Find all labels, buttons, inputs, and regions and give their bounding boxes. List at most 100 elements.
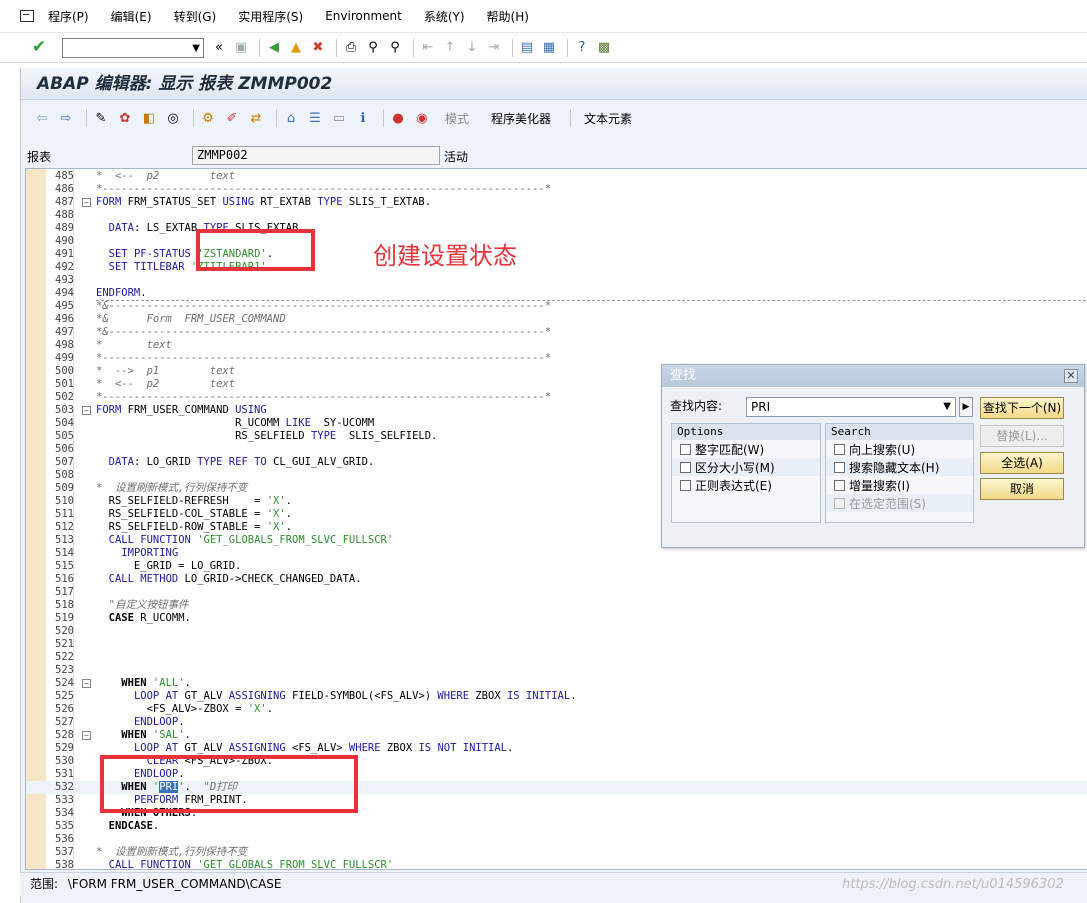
layout-icon[interactable]: ▩ — [595, 39, 613, 57]
help-icon[interactable]: ? — [573, 39, 591, 57]
command-field[interactable]: ▼ — [62, 37, 204, 58]
code-line[interactable]: 486 *------------------------------------… — [26, 183, 1087, 196]
forward-arrow-icon[interactable]: ⇨ — [57, 109, 75, 127]
menu-goto[interactable]: 转到(G) — [174, 8, 217, 25]
fold-toggle-icon[interactable]: − — [82, 679, 91, 688]
new-session-icon[interactable]: ▤ — [518, 39, 536, 57]
code-line[interactable]: 538 CALL FUNCTION 'GET_GLOBALS_FROM_SLVC… — [26, 859, 1087, 869]
test-icon[interactable]: ✐ — [223, 109, 241, 127]
code-line[interactable]: 522 — [26, 651, 1087, 664]
text-elements-button[interactable]: 文本元素 — [584, 110, 632, 127]
active-inactive-icon[interactable]: ✿ — [116, 109, 134, 127]
code-line[interactable]: 526 <FS_ALV>-ZBOX = 'X'. — [26, 703, 1087, 716]
code-line[interactable]: 535 ENDCASE. — [26, 820, 1087, 833]
close-icon[interactable]: ✕ — [1064, 369, 1078, 383]
menu-program[interactable]: 程序(P) — [48, 8, 89, 25]
code-line[interactable]: 487− FORM FRM_STATUS_SET USING RT_EXTAB T… — [26, 196, 1087, 209]
find-next-button[interactable]: 查找下一个(N) — [980, 397, 1064, 419]
print-icon[interactable]: ⎙ — [342, 39, 360, 57]
code-line[interactable]: 498 * text — [26, 339, 1087, 352]
checkbox-box[interactable] — [680, 443, 691, 455]
in-selection-checkbox[interactable]: 在选定范围(S) — [826, 494, 973, 512]
checkbox-box[interactable] — [834, 497, 845, 509]
code-line[interactable]: 492 SET TITLEBAR 'ZTITLEBAR1'. — [26, 261, 1087, 274]
object-list-icon[interactable]: ⌂ — [282, 109, 300, 127]
code-line[interactable]: 497 *&-----------------------------------… — [26, 326, 1087, 339]
code-line[interactable]: 519 CASE R_UCOMM. — [26, 612, 1087, 625]
code-line[interactable]: 520 — [26, 625, 1087, 638]
code-line[interactable]: 489 DATA: LS_EXTAB TYPE SLIS_EXTAB. — [26, 222, 1087, 235]
search-input[interactable]: PRI ▼ — [746, 397, 956, 417]
info-icon[interactable]: ℹ — [354, 109, 372, 127]
set-breakpoint-icon[interactable]: ● — [389, 109, 407, 127]
code-line[interactable]: 496 *& Form FRM_USER_COMMAND — [26, 313, 1087, 326]
code-line[interactable]: 515 E_GRID = LO_GRID. — [26, 560, 1087, 573]
whole-word-checkbox[interactable]: 整字匹配(W) — [672, 440, 820, 458]
code-line[interactable]: 514 IMPORTING — [26, 547, 1087, 560]
chevron-down-icon[interactable]: ▼ — [943, 398, 951, 416]
where-used-icon[interactable]: ⇄ — [247, 109, 265, 127]
find-next-icon[interactable]: ⚲ — [386, 39, 404, 57]
code-line[interactable]: 536 — [26, 833, 1087, 846]
checkbox-box[interactable] — [834, 443, 845, 455]
checkbox-box[interactable] — [680, 461, 691, 473]
search-hidden-checkbox[interactable]: 搜索隐藏文本(H) — [826, 458, 973, 476]
chevron-down-icon[interactable]: ▼ — [192, 43, 200, 54]
enter-icon[interactable]: ✔ — [30, 39, 48, 57]
find-icon[interactable]: ⚲ — [364, 39, 382, 57]
first-page-icon[interactable]: ⇤ — [419, 39, 437, 57]
fold-toggle-icon[interactable]: − — [82, 731, 91, 740]
code-line[interactable]: 528− WHEN 'SAL'. — [26, 729, 1087, 742]
code-line[interactable]: 494 ENDFORM. — [26, 287, 1087, 300]
checkbox-box[interactable] — [834, 479, 845, 491]
checkbox-box[interactable] — [680, 479, 691, 491]
cancel-icon[interactable]: ✖ — [309, 39, 327, 57]
back-icon[interactable]: ◀ — [265, 39, 283, 57]
replace-button[interactable]: 替换(L)... — [980, 425, 1064, 447]
case-sensitive-checkbox[interactable]: 区分大小写(M) — [672, 458, 820, 476]
menu-utilities[interactable]: 实用程序(S) — [238, 8, 303, 25]
regex-checkbox[interactable]: 正则表达式(E) — [672, 476, 820, 494]
cancel-button[interactable]: 取消 — [980, 478, 1064, 500]
code-line[interactable]: 517 — [26, 586, 1087, 599]
fullscreen-icon[interactable]: ▭ — [330, 109, 348, 127]
fold-toggle-icon[interactable]: − — [82, 406, 91, 415]
search-up-checkbox[interactable]: 向上搜索(U) — [826, 440, 973, 458]
shortcut-icon[interactable]: ▦ — [540, 39, 558, 57]
select-all-button[interactable]: 全选(A) — [980, 452, 1064, 474]
code-line[interactable]: 524− WHEN 'ALL'. — [26, 677, 1087, 690]
checkbox-box[interactable] — [834, 461, 845, 473]
incremental-search-checkbox[interactable]: 增量搜索(I) — [826, 476, 973, 494]
last-page-icon[interactable]: ⇥ — [485, 39, 503, 57]
other-object-icon[interactable]: ◧ — [140, 109, 158, 127]
previous-page-icon[interactable]: ↑ — [441, 39, 459, 57]
code-line[interactable]: 485 * <-- p2 text — [26, 170, 1087, 183]
code-line[interactable]: 523 — [26, 664, 1087, 677]
save-icon[interactable]: ▣ — [232, 39, 250, 57]
code-line[interactable]: 527 ENDLOOP. — [26, 716, 1087, 729]
code-line[interactable]: 529 LOOP AT GT_ALV ASSIGNING <FS_ALV> WH… — [26, 742, 1087, 755]
report-name-field[interactable]: ZMMP002 — [192, 146, 440, 165]
code-line[interactable]: 516 CALL METHOD LO_GRID->CHECK_CHANGED_D… — [26, 573, 1087, 586]
code-line[interactable]: 490 — [26, 235, 1087, 248]
check-icon[interactable]: ◎ — [164, 109, 182, 127]
next-page-icon[interactable]: ↓ — [463, 39, 481, 57]
navigation-window-icon[interactable]: ☰ — [306, 109, 324, 127]
mode-button[interactable]: 模式 — [445, 110, 469, 127]
code-line[interactable]: 495 *&-----------------------------------… — [26, 300, 1087, 313]
menu-system[interactable]: 系统(Y) — [424, 8, 465, 25]
code-line[interactable]: 537 * 设置刷新模式,行列保持不变 — [26, 846, 1087, 859]
code-line[interactable]: 518 "自定义按钮事件 — [26, 599, 1087, 612]
pretty-printer-button[interactable]: 程序美化器 — [491, 110, 551, 127]
menu-environment[interactable]: Environment — [325, 9, 402, 23]
menu-help[interactable]: 帮助(H) — [487, 8, 529, 25]
back-arrow-icon[interactable]: ⇦ — [33, 109, 51, 127]
chevron-right-icon[interactable]: ▶ — [959, 397, 973, 417]
activate-icon[interactable]: ⚙ — [199, 109, 217, 127]
display-change-icon[interactable]: ✎ — [92, 109, 110, 127]
code-line[interactable]: 491 SET PF-STATUS 'ZSTANDARD'. — [26, 248, 1087, 261]
collapse-icon[interactable]: « — [210, 39, 228, 57]
code-line[interactable]: 525 LOOP AT GT_ALV ASSIGNING FIELD-SYMBO… — [26, 690, 1087, 703]
fold-toggle-icon[interactable]: − — [82, 198, 91, 207]
code-line[interactable]: 488 — [26, 209, 1087, 222]
